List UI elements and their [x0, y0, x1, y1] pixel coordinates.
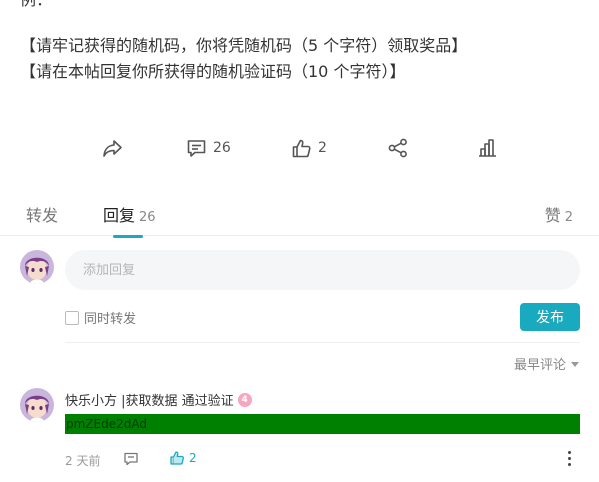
post-cut-text: 例：	[20, 0, 52, 12]
like-icon	[170, 451, 184, 465]
tab-forward-label: 转发	[26, 206, 59, 225]
sync-forward-label: 同时转发	[84, 312, 137, 327]
tab-reply[interactable]: 回复 26	[103, 202, 156, 238]
chevron-down-icon	[571, 362, 579, 367]
comment-icon	[124, 452, 138, 466]
tab-active-indicator	[113, 235, 143, 238]
tab-reply-count: 26	[139, 210, 156, 225]
like-icon	[291, 138, 312, 159]
tab-bar: 转发 回复 26 赞 2	[0, 196, 599, 238]
comment-avatar[interactable]	[20, 388, 54, 422]
publish-button[interactable]: 发布	[520, 303, 580, 331]
comment-header: 快乐小方 |获取数据 通过验证 4	[65, 390, 252, 409]
comment-like-count: 2	[189, 451, 197, 465]
tab-like[interactable]: 赞 2	[545, 202, 573, 226]
forward-button[interactable]	[101, 126, 123, 170]
comment-meta: 2 天前 2	[65, 450, 580, 470]
post-line-1: 【请牢记获得的随机码，你将凭随机码（5 个字符）领取奖品】	[20, 36, 468, 55]
stats-button[interactable]	[476, 126, 498, 170]
level-badge: 4	[237, 392, 252, 407]
sort-label: 最早评论	[513, 358, 566, 373]
comment-username[interactable]: 快乐小方 |获取数据 通过验证	[65, 390, 234, 409]
stats-icon	[476, 137, 498, 159]
share-icon	[387, 137, 409, 159]
share-button[interactable]	[387, 126, 409, 170]
comment-icon	[186, 138, 207, 159]
tab-reply-label: 回复	[103, 206, 136, 225]
forward-icon	[101, 137, 123, 159]
divider	[65, 342, 580, 343]
sort-dropdown[interactable]: 最早评论	[514, 354, 579, 373]
comment-like-button[interactable]: 2	[169, 450, 197, 466]
like-button[interactable]: 2	[291, 126, 327, 170]
comment-button[interactable]: 26	[186, 126, 231, 170]
post-action-bar: 26 2	[0, 126, 599, 170]
comment-time: 2 天前	[65, 454, 101, 468]
sync-forward-checkbox[interactable]	[65, 310, 79, 325]
reply-to-comment-button[interactable]	[123, 451, 139, 471]
comment-body: pmZEde2dAd	[65, 414, 580, 434]
tab-forward[interactable]: 转发	[26, 202, 58, 226]
avatar[interactable]	[20, 250, 54, 284]
more-icon[interactable]	[568, 451, 572, 466]
reply-input[interactable]	[65, 250, 580, 290]
comment-count: 26	[213, 140, 231, 156]
tab-like-count: 2	[564, 210, 573, 225]
sync-forward-option[interactable]: 同时转发	[65, 308, 136, 327]
tab-like-label: 赞	[544, 206, 561, 225]
post-line-2: 【请在本帖回复你所获得的随机验证码（10 个字符）】	[20, 62, 406, 81]
like-count: 2	[318, 140, 327, 156]
